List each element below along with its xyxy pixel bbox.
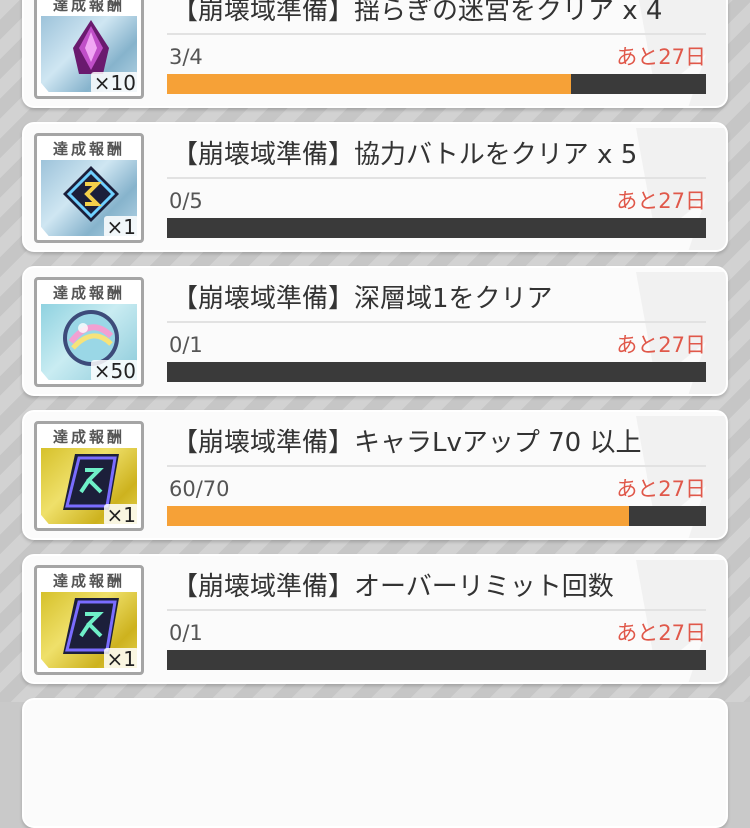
- reward-badge: 達成報酬 ×1: [34, 133, 144, 243]
- mission-card[interactable]: 達成報酬 ×50 【崩壊域準備】深層域1をクリア 0/1 あと27日: [22, 266, 728, 396]
- reward-label: 達成報酬: [52, 428, 125, 446]
- time-remaining: あと27日: [616, 333, 706, 357]
- reward-quantity: ×10: [90, 72, 139, 94]
- progress-bar: [167, 74, 706, 94]
- reward-badge: 達成報酬 ×1: [34, 421, 144, 531]
- reward-badge: 達成報酬 ×10: [34, 0, 144, 99]
- reward-quantity: ×1: [103, 504, 139, 526]
- time-remaining: あと27日: [616, 621, 706, 645]
- mission-card[interactable]: 達成報酬 ×1 【崩壊域準備】オーバーリミット回数 0/1 あと27日: [22, 554, 728, 684]
- progress-count: 0/1: [169, 621, 203, 645]
- reward-quantity: ×50: [90, 360, 139, 382]
- progress-count: 60/70: [169, 477, 230, 501]
- divider: [167, 465, 706, 467]
- divider: [167, 609, 706, 611]
- mission-title: 【崩壊域準備】協力バトルをクリア x 5: [172, 140, 638, 170]
- time-remaining: あと27日: [616, 45, 706, 69]
- mission-card[interactable]: 達成報酬 ×1 【崩壊域準備】キャラLvアップ 70 以上 60/70 あと27…: [22, 410, 728, 540]
- progress-count: 0/1: [169, 333, 203, 357]
- mission-title: 【崩壊域準備】揺らぎの迷宮をクリア x 4: [172, 0, 663, 26]
- mission-title: 【崩壊域準備】オーバーリミット回数: [172, 572, 614, 602]
- reward-quantity: ×1: [103, 216, 139, 238]
- reward-label: 達成報酬: [52, 572, 125, 590]
- progress-bar-fill: [167, 74, 572, 94]
- reward-badge: 達成報酬 ×50: [34, 277, 144, 387]
- progress-bar: [167, 218, 706, 238]
- progress-bar-fill: [167, 506, 629, 526]
- time-remaining: あと27日: [616, 477, 706, 501]
- mission-card[interactable]: 達成報酬 ×1 【崩壊域準備】協力バトルをクリア x 5 0/5 あと27日: [22, 122, 728, 252]
- divider: [167, 33, 706, 35]
- time-remaining: あと27日: [616, 189, 706, 213]
- mission-card[interactable]: [22, 698, 728, 828]
- reward-label: 達成報酬: [52, 284, 125, 302]
- progress-bar: [167, 506, 706, 526]
- reward-badge: 達成報酬 ×1: [34, 565, 144, 675]
- divider: [167, 177, 706, 179]
- reward-label: 達成報酬: [52, 0, 125, 14]
- divider: [167, 321, 706, 323]
- reward-quantity: ×1: [103, 648, 139, 670]
- progress-bar: [167, 362, 706, 382]
- progress-count: 0/5: [169, 189, 203, 213]
- progress-bar: [167, 650, 706, 670]
- mission-title: 【崩壊域準備】深層域1をクリア: [172, 284, 553, 314]
- mission-title: 【崩壊域準備】キャラLvアップ 70 以上: [172, 428, 642, 458]
- mission-card[interactable]: 達成報酬 ×10 【崩壊域準備】揺らぎの迷宮をクリア x 4 3/4 あと27日: [22, 0, 728, 108]
- progress-count: 3/4: [169, 45, 203, 69]
- reward-label: 達成報酬: [52, 140, 125, 158]
